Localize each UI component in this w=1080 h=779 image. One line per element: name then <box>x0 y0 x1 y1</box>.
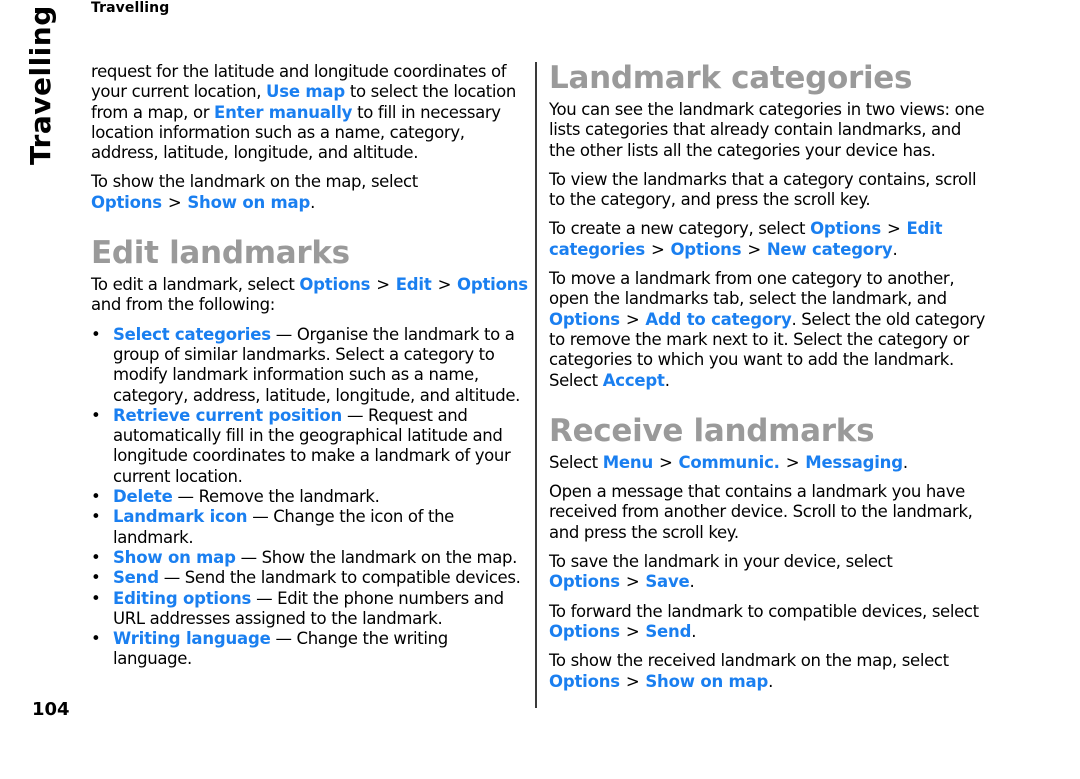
receive-landmarks-heading: Receive landmarks <box>549 412 875 449</box>
option-link-editing-options[interactable]: Editing options <box>113 589 251 608</box>
text: . <box>310 192 315 212</box>
create-category-paragraph: To create a new category, select Options… <box>549 219 989 260</box>
options-link[interactable]: Options <box>549 622 620 641</box>
view-category-paragraph: To view the landmarks that a category co… <box>549 169 977 210</box>
options-link[interactable]: Options <box>810 219 881 238</box>
options-link[interactable]: Options <box>549 672 620 691</box>
text: To show the received landmark on the map… <box>549 651 949 671</box>
list-item: • Send — Send the landmark to compatible … <box>91 568 531 588</box>
text: To forward the landmark to compatible de… <box>549 601 979 621</box>
option-link-show-on-map[interactable]: Show on map <box>113 548 236 567</box>
option-link-send[interactable]: Send <box>113 568 159 587</box>
column-divider <box>535 62 537 708</box>
intro-paragraph: request for the latitude and longitude c… <box>91 62 531 163</box>
show-on-map-link[interactable]: Show on map <box>645 672 768 691</box>
text: . <box>691 621 697 641</box>
page-number: 104 <box>32 699 70 720</box>
forward-landmark-paragraph: To forward the landmark to compatible de… <box>549 602 989 643</box>
save-link[interactable]: Save <box>645 572 689 591</box>
option-description: — Remove the landmark. <box>172 487 380 507</box>
accept-link[interactable]: Accept <box>603 371 665 390</box>
save-landmark-paragraph: To save the landmark in your device, sel… <box>549 552 989 593</box>
menu-separator: > <box>437 275 452 295</box>
use-map-link[interactable]: Use map <box>266 82 345 101</box>
edit-landmarks-heading: Edit landmarks <box>91 235 350 272</box>
menu-separator: > <box>659 452 673 472</box>
left-column: request for the latitude and longitude c… <box>91 62 531 670</box>
show-map-paragraph: To show the landmark on the map, select … <box>91 172 531 213</box>
text: . <box>902 452 908 472</box>
menu-separator: > <box>886 219 901 239</box>
text: To show the landmark on the map, select <box>91 172 418 192</box>
categories-views-paragraph: You can see the landmark categories in t… <box>549 100 985 160</box>
right-column: Landmark categories You can see the land… <box>549 60 989 701</box>
text: To edit a landmark, select <box>91 275 300 295</box>
text: Select <box>549 452 603 472</box>
option-link-landmark-icon[interactable]: Landmark icon <box>113 507 248 526</box>
options-link[interactable]: Options <box>457 275 528 294</box>
edit-intro-paragraph: To edit a landmark, select Options > Edit >… <box>91 275 531 316</box>
messaging-path-paragraph: Select Menu > Communic. > Messaging. <box>549 453 989 473</box>
text: To save the landmark in your device, sel… <box>549 552 893 572</box>
option-link-retrieve-current-position[interactable]: Retrieve current position <box>113 406 342 425</box>
menu-separator: > <box>376 275 390 295</box>
new-category-link[interactable]: New category <box>767 240 893 259</box>
menu-separator: > <box>785 452 800 472</box>
menu-separator: > <box>625 671 640 691</box>
menu-separator: > <box>625 621 640 641</box>
text: and from the following: <box>91 295 275 315</box>
enter-manually-link[interactable]: Enter manually <box>214 103 352 122</box>
bullet: • <box>91 629 101 649</box>
menu-separator: > <box>625 309 640 329</box>
options-link[interactable]: Options <box>670 240 741 259</box>
bullet: • <box>91 588 101 608</box>
bullet: • <box>91 547 101 567</box>
show-on-map-link[interactable]: Show on map <box>187 193 310 212</box>
list-item: • Show on map — Show the landmark on the … <box>91 548 531 568</box>
running-head: Travelling <box>91 0 170 16</box>
text: To move a landmark from one category to … <box>549 269 955 309</box>
list-item: • Writing language — Change the writing l… <box>91 629 531 670</box>
option-description: — Send the landmark to compatible device… <box>158 568 521 588</box>
add-to-category-link[interactable]: Add to category <box>645 310 791 329</box>
text: . <box>892 239 898 259</box>
option-description: — Show the landmark on the map. <box>235 547 518 567</box>
menu-separator: > <box>625 572 640 592</box>
list-item: • Landmark icon — Change the icon of the … <box>91 507 531 548</box>
edit-link[interactable]: Edit <box>396 275 432 294</box>
send-link[interactable]: Send <box>645 622 691 641</box>
move-landmark-paragraph: To move a landmark from one category to … <box>549 269 989 391</box>
options-link[interactable]: Options <box>299 275 370 294</box>
options-link[interactable]: Options <box>549 310 620 329</box>
bullet: • <box>91 568 101 588</box>
list-item: • Select categories — Organise the landma… <box>91 325 531 406</box>
text: . <box>768 671 773 691</box>
messaging-link[interactable]: Messaging <box>805 453 903 472</box>
menu-separator: > <box>167 192 182 212</box>
edit-options-list: • Select categories — Organise the landma… <box>91 325 531 670</box>
option-link-writing-language[interactable]: Writing language <box>113 629 271 648</box>
bullet: • <box>91 487 101 507</box>
menu-separator: > <box>747 239 761 259</box>
text: . <box>689 572 695 592</box>
bullet: • <box>91 324 101 344</box>
options-link[interactable]: Options <box>91 193 162 212</box>
text: . <box>664 370 670 390</box>
options-link[interactable]: Options <box>549 572 620 591</box>
list-item: • Retrieve current position — Request and… <box>91 406 531 487</box>
bullet: • <box>91 507 101 527</box>
menu-link[interactable]: Menu <box>603 453 654 472</box>
option-link-delete[interactable]: Delete <box>113 487 173 506</box>
section-side-tab: Travelling <box>24 5 57 165</box>
list-item: • Delete — Remove the landmark. <box>91 487 531 507</box>
landmark-categories-heading: Landmark categories <box>549 60 913 96</box>
open-message-paragraph: Open a message that contains a landmark … <box>549 482 973 542</box>
show-received-paragraph: To show the received landmark on the map… <box>549 651 989 692</box>
bullet: • <box>91 405 101 425</box>
text: To create a new category, select <box>549 219 811 239</box>
option-link-select-categories[interactable]: Select categories <box>113 325 271 344</box>
communic-link[interactable]: Communic. <box>679 453 780 472</box>
menu-separator: > <box>650 239 665 259</box>
list-item: • Editing options — Edit the phone number… <box>91 589 531 630</box>
